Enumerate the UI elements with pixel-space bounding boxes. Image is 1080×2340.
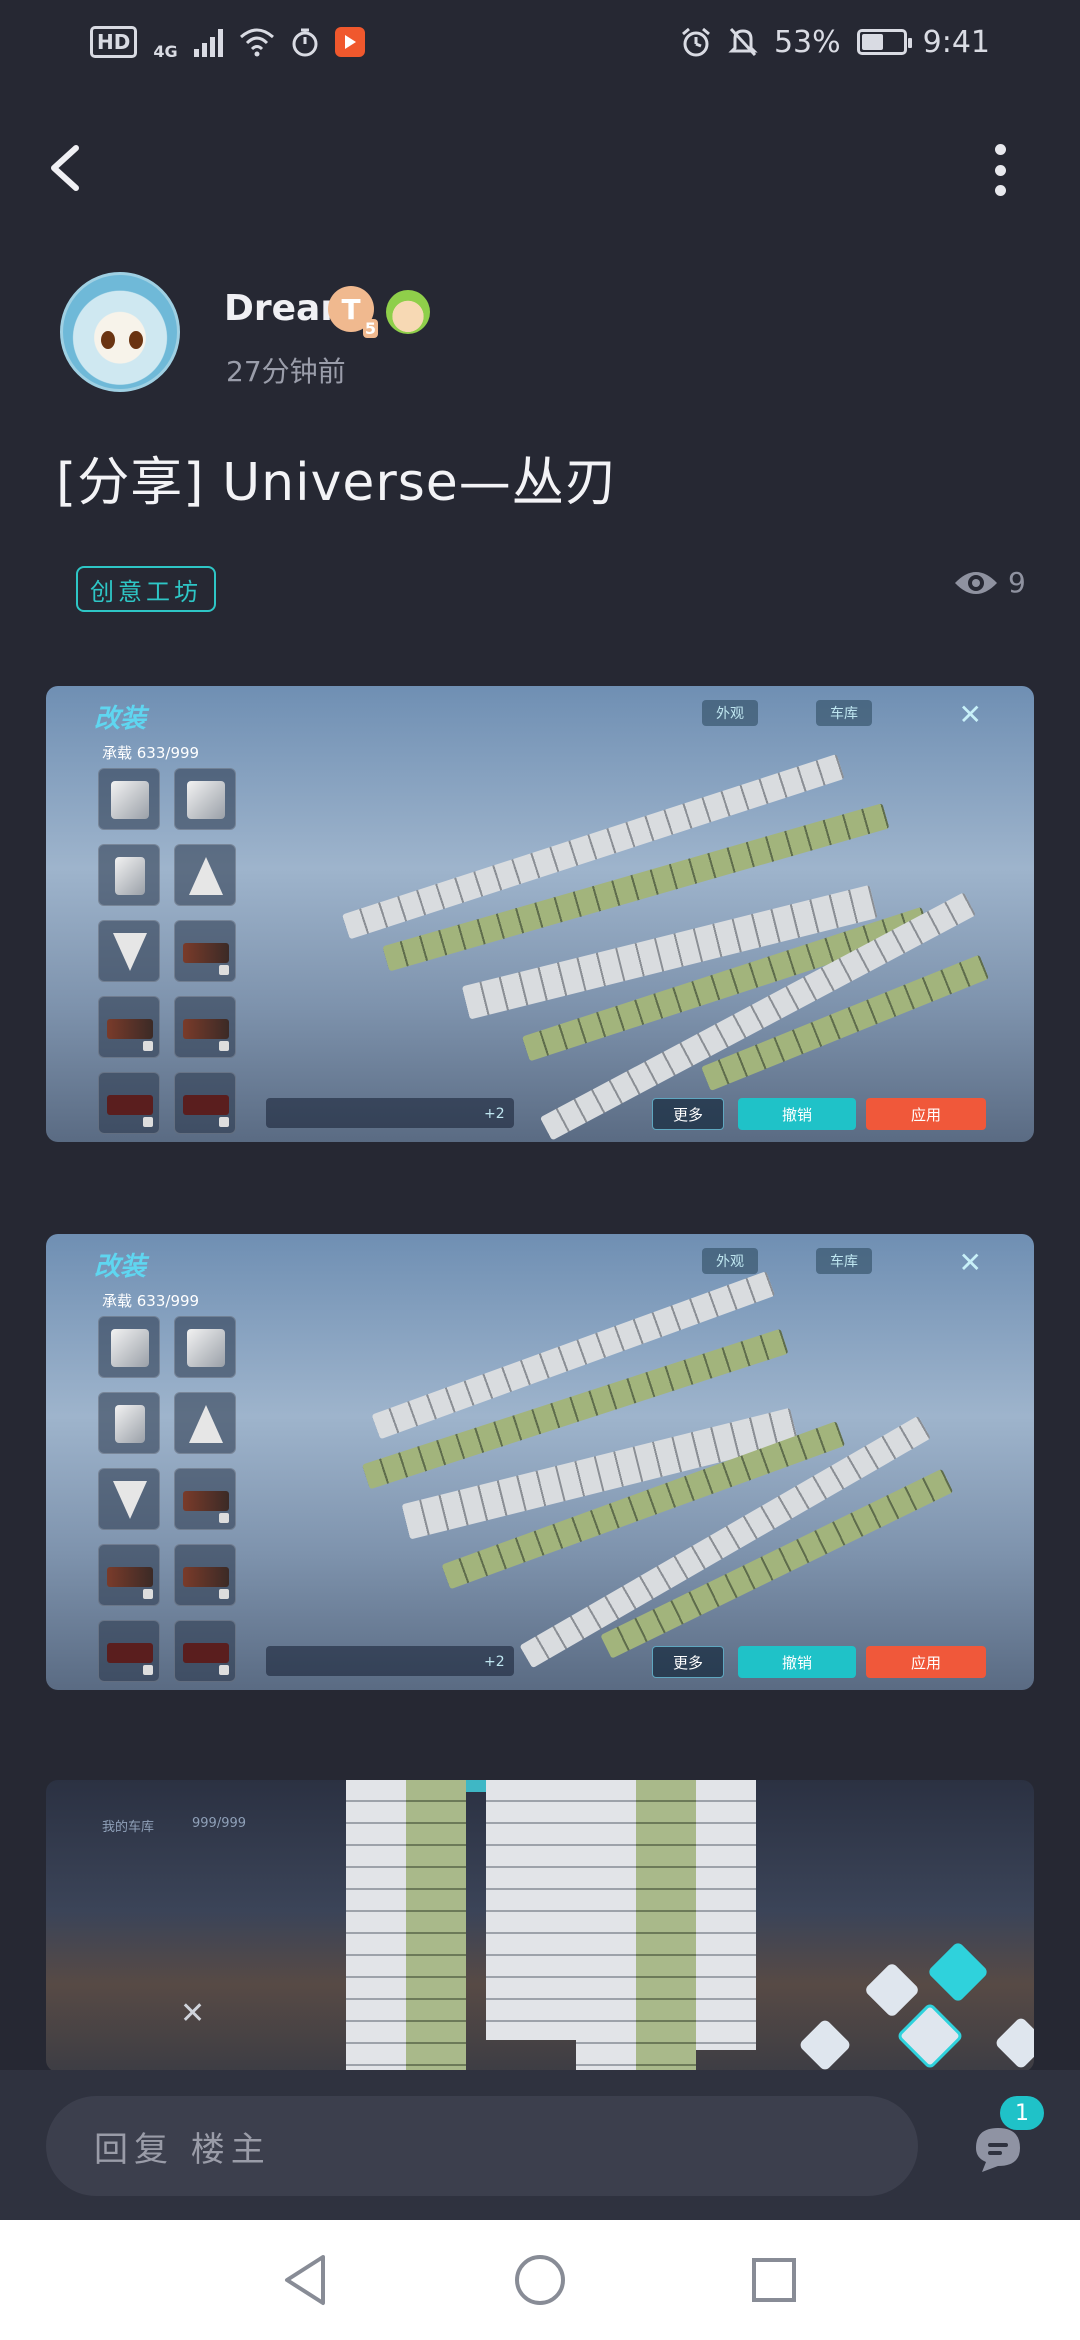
app-notification-icon [334,27,365,57]
alarm-icon [681,27,710,57]
part-slot [98,768,160,830]
nav-home-button[interactable] [512,2252,568,2308]
part-slot [98,1468,160,1530]
mod-title: 改装 [94,704,147,734]
comment-count-badge: 1 [1000,2096,1044,2130]
appearance-tab: 外观 [702,700,758,726]
part-node-icon [798,2018,852,2072]
nav-recents-button[interactable] [746,2252,802,2308]
slot-extra: +2 [484,1654,505,1670]
post-time: 27分钟前 [226,355,346,388]
part-slot [98,844,160,906]
close-icon: ✕ [958,1246,982,1279]
signal-icon [193,27,223,57]
slot-extra: +2 [484,1106,505,1122]
apply-button: 应用 [866,1646,986,1678]
nav-back-icon [285,2255,325,2305]
back-button[interactable] [40,136,96,200]
level-badge-number: 5 [362,319,378,338]
battery-icon [856,29,912,55]
author-avatar[interactable] [60,272,180,392]
part-slot [174,1072,236,1134]
post-detail-page: HD 4G 53% 9:41 Dream T 5 27分钟前 [分享] Univ… [0,0,1080,2340]
garage-counter: 999/999 [192,1816,247,1831]
part-slot [174,996,236,1058]
apply-button: 应用 [866,1098,986,1130]
more-options-button[interactable] [980,138,1020,202]
mute-bell-icon [728,27,758,57]
status-left: HD 4G [90,24,365,61]
appearance-tab: 外观 [702,1248,758,1274]
network-type: 4G [153,41,178,61]
nav-recents-icon [752,2258,796,2302]
post-image-2[interactable]: 改装 承载 633/999 外观 车库 ✕ +2 更多 撤销 应用 [46,1234,1034,1690]
part-slot [98,1072,160,1134]
part-slot [98,996,160,1058]
part-slot [98,1544,160,1606]
reply-input[interactable]: 回复 楼主 [46,2096,918,2196]
part-slot [174,768,236,830]
view-count: 9 [952,566,1026,599]
part-node-icon [994,2016,1034,2070]
garage-tab: 车库 [816,700,872,726]
level-badge: T 5 [328,286,378,338]
close-icon: ✕ [180,1996,206,2031]
close-icon: ✕ [958,698,982,731]
parts-grid [98,1316,236,1682]
slot-strip [266,1646,514,1676]
undo-button: 撤销 [738,1098,856,1130]
nav-back-button[interactable] [278,2252,334,2308]
status-right: 53% 9:41 [680,25,990,60]
part-slot [174,1392,236,1454]
timer-icon [292,28,318,57]
garage-tab: 车库 [816,1248,872,1274]
eye-icon [955,571,997,594]
level-badge-letter: T [341,292,361,326]
avatar-frame-badge-icon [386,290,430,334]
view-count-number: 9 [1008,566,1026,599]
status-bar: HD 4G 53% 9:41 [0,0,1080,84]
more-button: 更多 [652,1646,724,1678]
back-arrow-icon [51,145,79,191]
clock: 9:41 [922,24,990,60]
part-slot [174,920,236,982]
capacity-text: 承载 633/999 [102,744,200,762]
mod-title: 改装 [94,1252,147,1282]
post-image-1[interactable]: 改装 承载 633/999 外观 车库 ✕ +2 更多 撤销 应用 [46,686,1034,1142]
post-title: [分享] Universe—丛刃 [56,453,618,513]
topic-tag[interactable]: 创意工坊 [76,566,216,612]
part-slot [174,1620,236,1682]
selected-node-icon [896,2002,964,2070]
part-slot [174,1316,236,1378]
garage-caption: 我的车库 [102,1820,155,1835]
part-slot [98,1316,160,1378]
part-slot [174,844,236,906]
link-node-icon [926,1940,990,2004]
part-slot [174,1544,236,1606]
post-image-3[interactable]: 我的车库 999/999 ✕ [46,1780,1034,2072]
slot-strip [266,1098,514,1128]
more-button: 更多 [652,1098,724,1130]
nav-home-icon [515,2255,565,2305]
part-slot [98,1392,160,1454]
part-slot [98,1620,160,1682]
hd-indicator: HD [90,26,138,58]
undo-button: 撤销 [738,1646,856,1678]
part-slot [98,920,160,982]
system-nav-bar [0,2220,1080,2340]
parts-grid [98,768,236,1134]
part-node-icon [863,1961,921,2019]
capacity-text: 承载 633/999 [102,1292,200,1310]
wifi-icon [239,28,274,57]
battery-percent: 53% [773,24,841,60]
part-slot [174,1468,236,1530]
